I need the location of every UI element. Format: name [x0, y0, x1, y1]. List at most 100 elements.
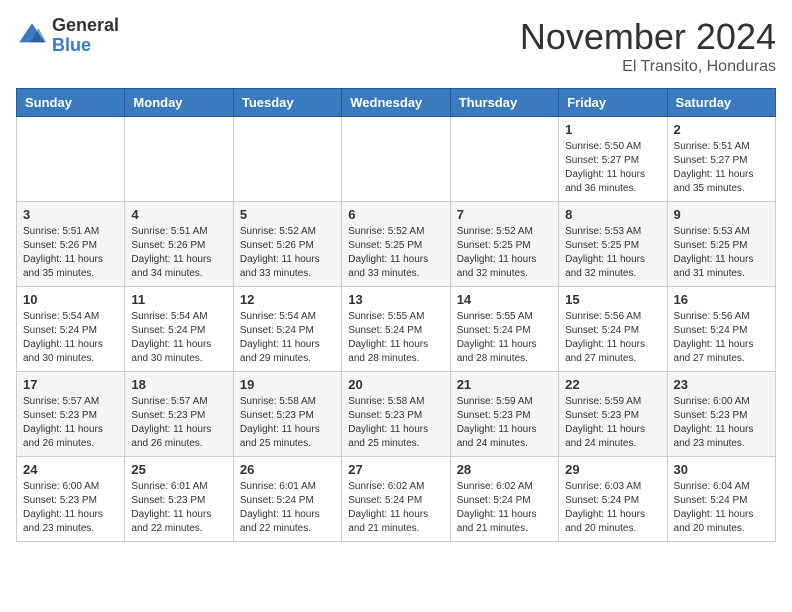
day-info: Sunrise: 6:00 AM Sunset: 5:23 PM Dayligh… — [23, 480, 118, 536]
table-row: 4 Sunrise: 5:51 AM Sunset: 5:26 PM Daylig… — [125, 202, 233, 287]
table-row: 30Sunrise: 6:04 AM Sunset: 5:24 PM Dayli… — [667, 457, 775, 542]
title-block: November 2024 El Transito, Honduras — [520, 16, 776, 76]
table-row — [125, 117, 233, 202]
day-number: 19 — [240, 377, 335, 392]
day-number: 5 — [240, 207, 335, 222]
day-number: 16 — [674, 292, 769, 307]
table-row: 12 Sunrise: 5:54 AM Sunset: 5:24 PM Dayli… — [233, 287, 341, 372]
day-info: Sunrise: 6:04 AM Sunset: 5:24 PM Dayligh… — [674, 480, 769, 536]
table-row: 5 Sunrise: 5:52 AM Sunset: 5:26 PM Daylig… — [233, 202, 341, 287]
day-number: 12 — [240, 292, 335, 307]
table-row — [17, 117, 125, 202]
day-info: Sunrise: 5:56 AM Sunset: 5:24 PM Dayligh… — [674, 310, 769, 366]
table-row: 28Sunrise: 6:02 AM Sunset: 5:24 PM Dayli… — [450, 457, 558, 542]
table-row: 14 Sunrise: 5:55 AM Sunset: 5:24 PM Dayli… — [450, 287, 558, 372]
day-number: 18 — [131, 377, 226, 392]
table-row: 1 Sunrise: 5:50 AM Sunset: 5:27 PM Daylig… — [559, 117, 667, 202]
day-info: Sunrise: 5:58 AM Sunset: 5:23 PM Dayligh… — [348, 395, 443, 451]
day-info: Sunrise: 6:01 AM Sunset: 5:23 PM Dayligh… — [131, 480, 226, 536]
day-number: 13 — [348, 292, 443, 307]
day-number: 7 — [457, 207, 552, 222]
day-info: Sunrise: 6:00 AM Sunset: 5:23 PM Dayligh… — [674, 395, 769, 451]
logo-blue-text: Blue — [52, 36, 119, 56]
day-number: 22 — [565, 377, 660, 392]
day-number: 20 — [348, 377, 443, 392]
table-row: 11 Sunrise: 5:54 AM Sunset: 5:24 PM Dayli… — [125, 287, 233, 372]
col-saturday: Saturday — [667, 89, 775, 117]
day-info: Sunrise: 5:58 AM Sunset: 5:23 PM Dayligh… — [240, 395, 335, 451]
logo: General Blue — [16, 16, 119, 56]
day-info: Sunrise: 5:56 AM Sunset: 5:24 PM Dayligh… — [565, 310, 660, 366]
table-row: 27Sunrise: 6:02 AM Sunset: 5:24 PM Dayli… — [342, 457, 450, 542]
calendar-table: Sunday Monday Tuesday Wednesday Thursday… — [16, 88, 776, 542]
calendar-header-row: Sunday Monday Tuesday Wednesday Thursday… — [17, 89, 776, 117]
day-info: Sunrise: 5:52 AM Sunset: 5:25 PM Dayligh… — [348, 225, 443, 281]
day-info: Sunrise: 5:57 AM Sunset: 5:23 PM Dayligh… — [131, 395, 226, 451]
table-row: 2Sunrise: 5:51 AM Sunset: 5:27 PM Daylig… — [667, 117, 775, 202]
day-number: 1 — [565, 122, 660, 137]
day-info: Sunrise: 5:52 AM Sunset: 5:26 PM Dayligh… — [240, 225, 335, 281]
table-row: 18 Sunrise: 5:57 AM Sunset: 5:23 PM Dayli… — [125, 372, 233, 457]
calendar-week-row: 10 Sunrise: 5:54 AM Sunset: 5:24 PM Dayli… — [17, 287, 776, 372]
day-number: 21 — [457, 377, 552, 392]
day-info: Sunrise: 6:02 AM Sunset: 5:24 PM Dayligh… — [457, 480, 552, 536]
day-number: 9 — [674, 207, 769, 222]
day-info: Sunrise: 5:55 AM Sunset: 5:24 PM Dayligh… — [348, 310, 443, 366]
calendar-week-row: 24 Sunrise: 6:00 AM Sunset: 5:23 PM Dayli… — [17, 457, 776, 542]
day-number: 25 — [131, 462, 226, 477]
location-subtitle: El Transito, Honduras — [520, 58, 776, 76]
table-row: 7 Sunrise: 5:52 AM Sunset: 5:25 PM Daylig… — [450, 202, 558, 287]
day-info: Sunrise: 5:57 AM Sunset: 5:23 PM Dayligh… — [23, 395, 118, 451]
month-title: November 2024 — [520, 16, 776, 58]
page-header: General Blue November 2024 El Transito, … — [16, 16, 776, 76]
day-info: Sunrise: 6:01 AM Sunset: 5:24 PM Dayligh… — [240, 480, 335, 536]
table-row — [233, 117, 341, 202]
day-info: Sunrise: 5:59 AM Sunset: 5:23 PM Dayligh… — [457, 395, 552, 451]
day-info: Sunrise: 5:52 AM Sunset: 5:25 PM Dayligh… — [457, 225, 552, 281]
col-monday: Monday — [125, 89, 233, 117]
day-number: 23 — [674, 377, 769, 392]
logo-text: General Blue — [52, 16, 119, 56]
table-row: 29 Sunrise: 6:03 AM Sunset: 5:24 PM Dayli… — [559, 457, 667, 542]
day-info: Sunrise: 5:55 AM Sunset: 5:24 PM Dayligh… — [457, 310, 552, 366]
table-row: 24 Sunrise: 6:00 AM Sunset: 5:23 PM Dayli… — [17, 457, 125, 542]
day-number: 3 — [23, 207, 118, 222]
day-number: 17 — [23, 377, 118, 392]
day-number: 14 — [457, 292, 552, 307]
table-row: 23 Sunrise: 6:00 AM Sunset: 5:23 PM Dayli… — [667, 372, 775, 457]
table-row: 22Sunrise: 5:59 AM Sunset: 5:23 PM Dayli… — [559, 372, 667, 457]
day-number: 15 — [565, 292, 660, 307]
day-info: Sunrise: 6:02 AM Sunset: 5:24 PM Dayligh… — [348, 480, 443, 536]
day-info: Sunrise: 6:03 AM Sunset: 5:24 PM Dayligh… — [565, 480, 660, 536]
table-row: 13 Sunrise: 5:55 AM Sunset: 5:24 PM Dayli… — [342, 287, 450, 372]
day-number: 4 — [131, 207, 226, 222]
day-info: Sunrise: 5:50 AM Sunset: 5:27 PM Dayligh… — [565, 140, 660, 196]
day-number: 24 — [23, 462, 118, 477]
table-row — [342, 117, 450, 202]
day-info: Sunrise: 5:53 AM Sunset: 5:25 PM Dayligh… — [674, 225, 769, 281]
day-info: Sunrise: 5:51 AM Sunset: 5:27 PM Dayligh… — [674, 140, 769, 196]
table-row: 6 Sunrise: 5:52 AM Sunset: 5:25 PM Daylig… — [342, 202, 450, 287]
logo-icon — [16, 20, 48, 52]
day-number: 8 — [565, 207, 660, 222]
day-number: 29 — [565, 462, 660, 477]
day-number: 6 — [348, 207, 443, 222]
table-row: 26 Sunrise: 6:01 AM Sunset: 5:24 PM Dayli… — [233, 457, 341, 542]
day-info: Sunrise: 5:53 AM Sunset: 5:25 PM Dayligh… — [565, 225, 660, 281]
table-row: 20 Sunrise: 5:58 AM Sunset: 5:23 PM Dayli… — [342, 372, 450, 457]
day-number: 10 — [23, 292, 118, 307]
day-info: Sunrise: 5:54 AM Sunset: 5:24 PM Dayligh… — [131, 310, 226, 366]
day-number: 11 — [131, 292, 226, 307]
col-wednesday: Wednesday — [342, 89, 450, 117]
table-row: 3 Sunrise: 5:51 AM Sunset: 5:26 PM Daylig… — [17, 202, 125, 287]
col-sunday: Sunday — [17, 89, 125, 117]
day-info: Sunrise: 5:51 AM Sunset: 5:26 PM Dayligh… — [23, 225, 118, 281]
table-row: 15 Sunrise: 5:56 AM Sunset: 5:24 PM Dayli… — [559, 287, 667, 372]
day-info: Sunrise: 5:54 AM Sunset: 5:24 PM Dayligh… — [240, 310, 335, 366]
day-info: Sunrise: 5:51 AM Sunset: 5:26 PM Dayligh… — [131, 225, 226, 281]
col-tuesday: Tuesday — [233, 89, 341, 117]
table-row: 19 Sunrise: 5:58 AM Sunset: 5:23 PM Dayli… — [233, 372, 341, 457]
day-number: 26 — [240, 462, 335, 477]
table-row: 8 Sunrise: 5:53 AM Sunset: 5:25 PM Daylig… — [559, 202, 667, 287]
table-row: 21 Sunrise: 5:59 AM Sunset: 5:23 PM Dayli… — [450, 372, 558, 457]
